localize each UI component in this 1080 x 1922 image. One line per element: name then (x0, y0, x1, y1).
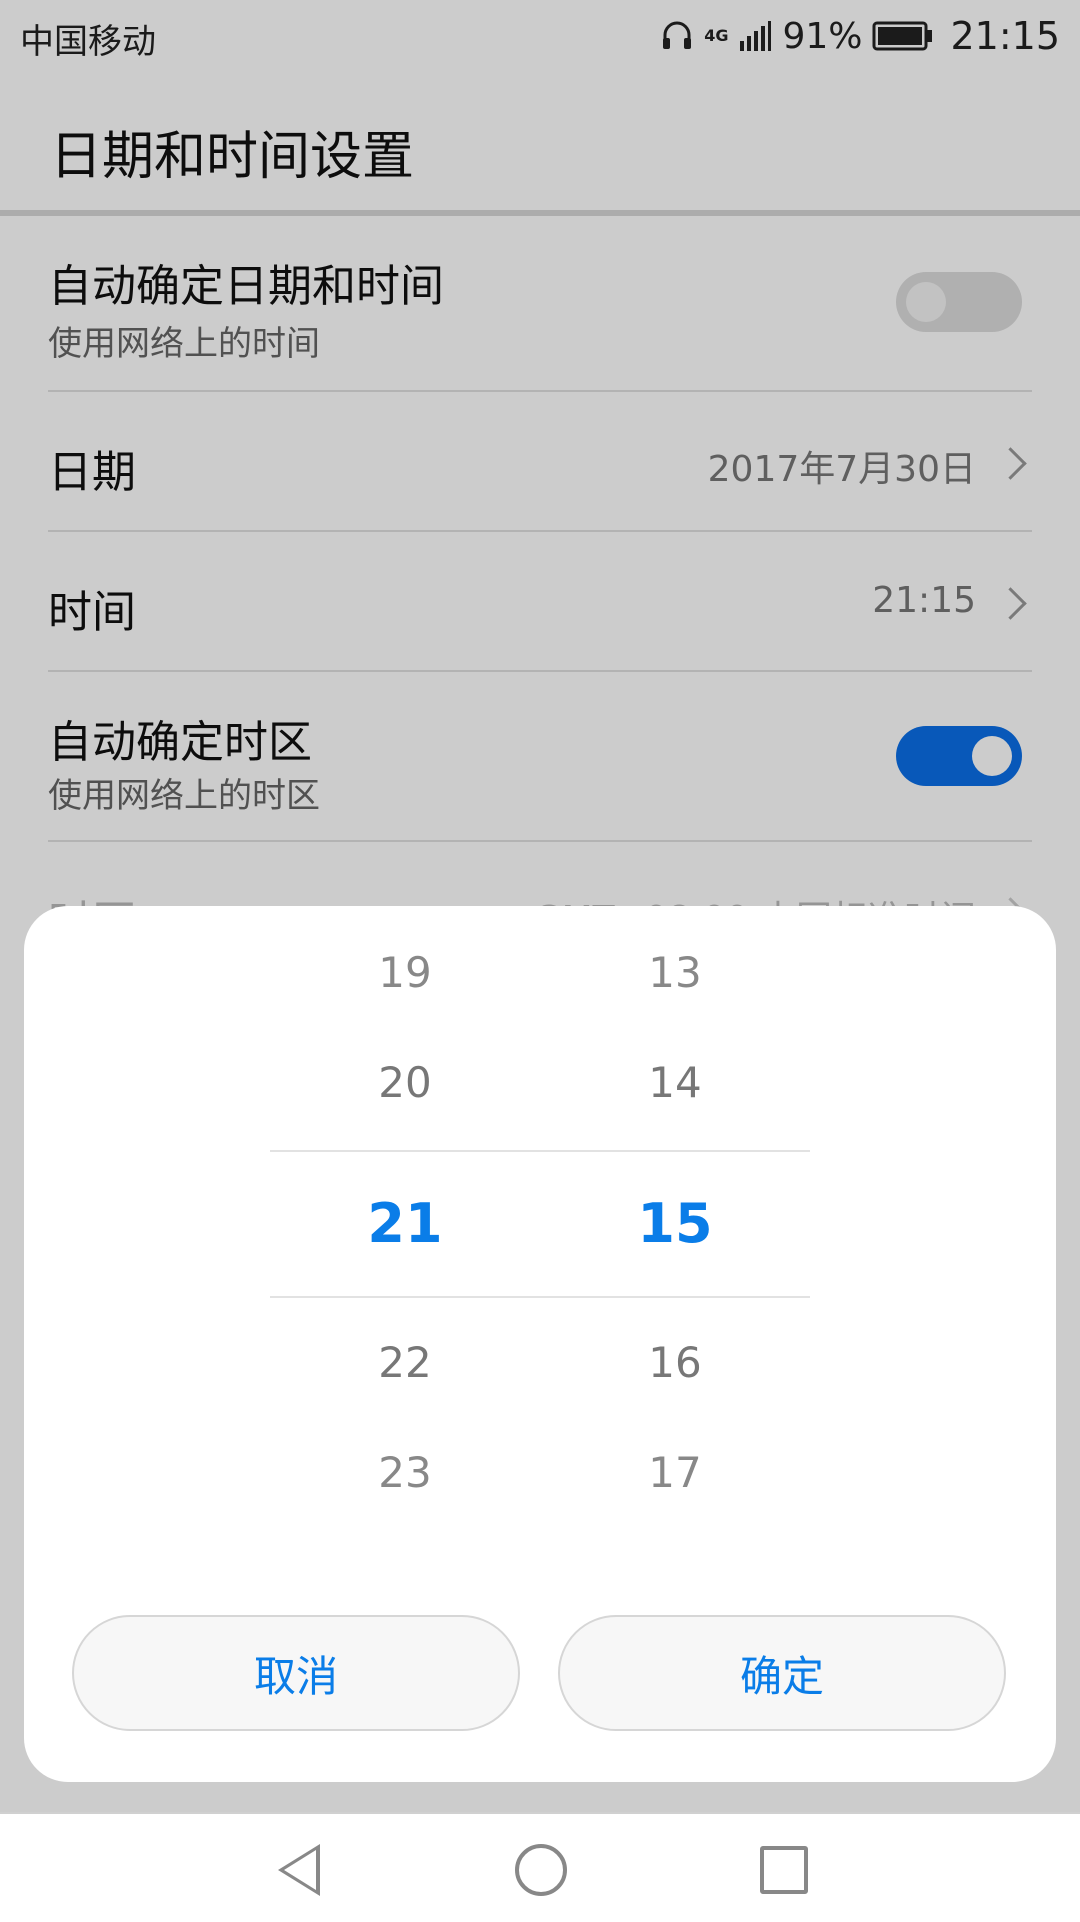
minute-option[interactable]: 17 (575, 1448, 775, 1497)
hour-option[interactable]: 22 (305, 1338, 505, 1387)
navigation-bar (0, 1812, 1080, 1922)
hour-selected[interactable]: 21 (305, 1192, 505, 1255)
time-picker-dialog: 19 20 21 22 23 13 14 15 16 17 取消 确定 (24, 906, 1056, 1782)
minute-selected[interactable]: 15 (575, 1192, 775, 1255)
minute-option[interactable]: 13 (575, 948, 775, 997)
cancel-button[interactable]: 取消 (72, 1615, 520, 1731)
hour-option[interactable]: 19 (305, 948, 505, 997)
back-icon[interactable] (278, 1844, 320, 1896)
selection-divider-bottom (270, 1296, 810, 1298)
minute-option[interactable]: 16 (575, 1338, 775, 1387)
minute-option[interactable]: 14 (575, 1058, 775, 1107)
confirm-button[interactable]: 确定 (558, 1615, 1006, 1731)
home-icon[interactable] (515, 1844, 567, 1896)
recent-apps-icon[interactable] (760, 1846, 808, 1894)
selection-divider-top (270, 1150, 810, 1152)
hour-option[interactable]: 20 (305, 1058, 505, 1107)
hour-option[interactable]: 23 (305, 1448, 505, 1497)
